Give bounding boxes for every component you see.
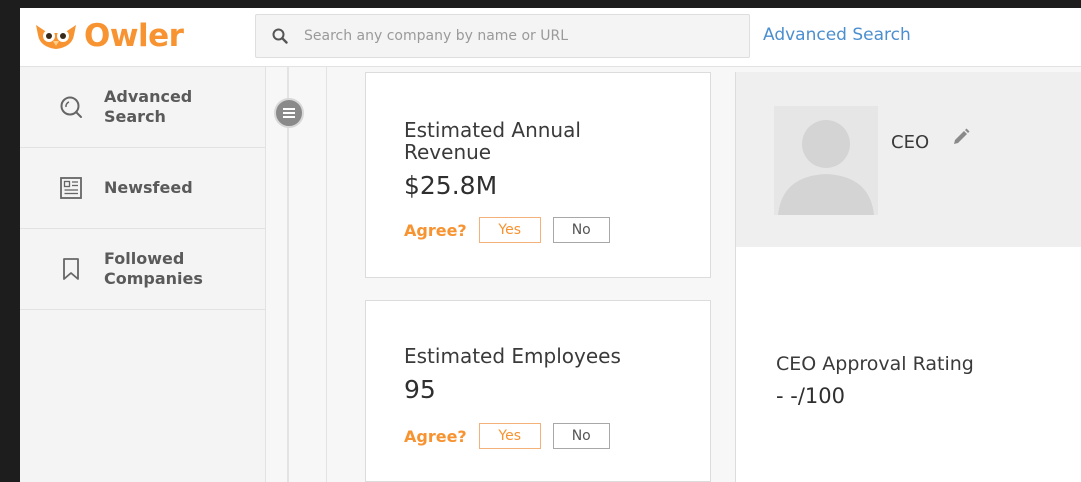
search-icon (272, 28, 288, 44)
ceo-avatar (774, 106, 878, 215)
owler-logo[interactable]: Owler (34, 16, 184, 56)
ceo-header: CEO (736, 72, 1081, 247)
sidebar-item-followed-companies[interactable]: Followed Companies (20, 229, 265, 310)
yes-button[interactable]: Yes (478, 217, 541, 243)
edit-pencil-icon[interactable] (952, 128, 970, 151)
logo-text: Owler (84, 18, 184, 54)
advanced-search-link[interactable]: Advanced Search (763, 25, 911, 45)
person-silhouette-icon (778, 120, 874, 215)
newsfeed-icon (56, 173, 86, 203)
revenue-value: $25.8M (404, 171, 498, 200)
divider (326, 67, 327, 482)
sidebar-item-newsfeed[interactable]: Newsfeed (20, 148, 265, 229)
bookmark-icon (56, 254, 86, 284)
agree-row: Agree? Yes No (404, 423, 610, 449)
sidebar-item-advanced-search[interactable]: Advanced Search (20, 67, 265, 148)
app-window: Owler Advanced Search Advanced Search (20, 8, 1081, 482)
revenue-card: Estimated Annual Revenue $25.8M Agree? Y… (365, 72, 711, 278)
divider (287, 67, 289, 482)
sidebar-item-label: Newsfeed (104, 178, 193, 197)
agree-row: Agree? Yes No (404, 217, 610, 243)
no-button[interactable]: No (552, 423, 610, 449)
sidebar-item-label: Advanced Search (104, 87, 193, 126)
agree-label: Agree? (404, 220, 467, 240)
search-box[interactable] (255, 14, 750, 58)
employees-title: Estimated Employees (404, 344, 621, 368)
no-button[interactable]: No (552, 217, 610, 243)
top-bar: Owler Advanced Search (20, 8, 1081, 67)
sidebar: Advanced Search Newsfeed Followed Compan… (20, 67, 266, 482)
ceo-approval-value: - -/100 (776, 384, 845, 408)
agree-label: Agree? (404, 426, 467, 446)
sidebar-item-label: Followed Companies (104, 249, 203, 288)
employees-card: Estimated Employees 95 Agree? Yes No (365, 300, 711, 482)
yes-button[interactable]: Yes (478, 423, 541, 449)
ceo-title: CEO (891, 132, 930, 153)
search-icon (56, 92, 86, 122)
menu-icon (283, 108, 295, 118)
sidebar-toggle-button[interactable] (274, 98, 304, 128)
search-input[interactable] (302, 27, 726, 45)
ceo-approval-label: CEO Approval Rating (776, 353, 974, 375)
owl-icon (36, 25, 76, 49)
ceo-panel: CEO CEO Approval Rating - -/100 (735, 72, 1081, 482)
employees-value: 95 (404, 375, 436, 404)
revenue-title: Estimated Annual Revenue (404, 118, 581, 164)
